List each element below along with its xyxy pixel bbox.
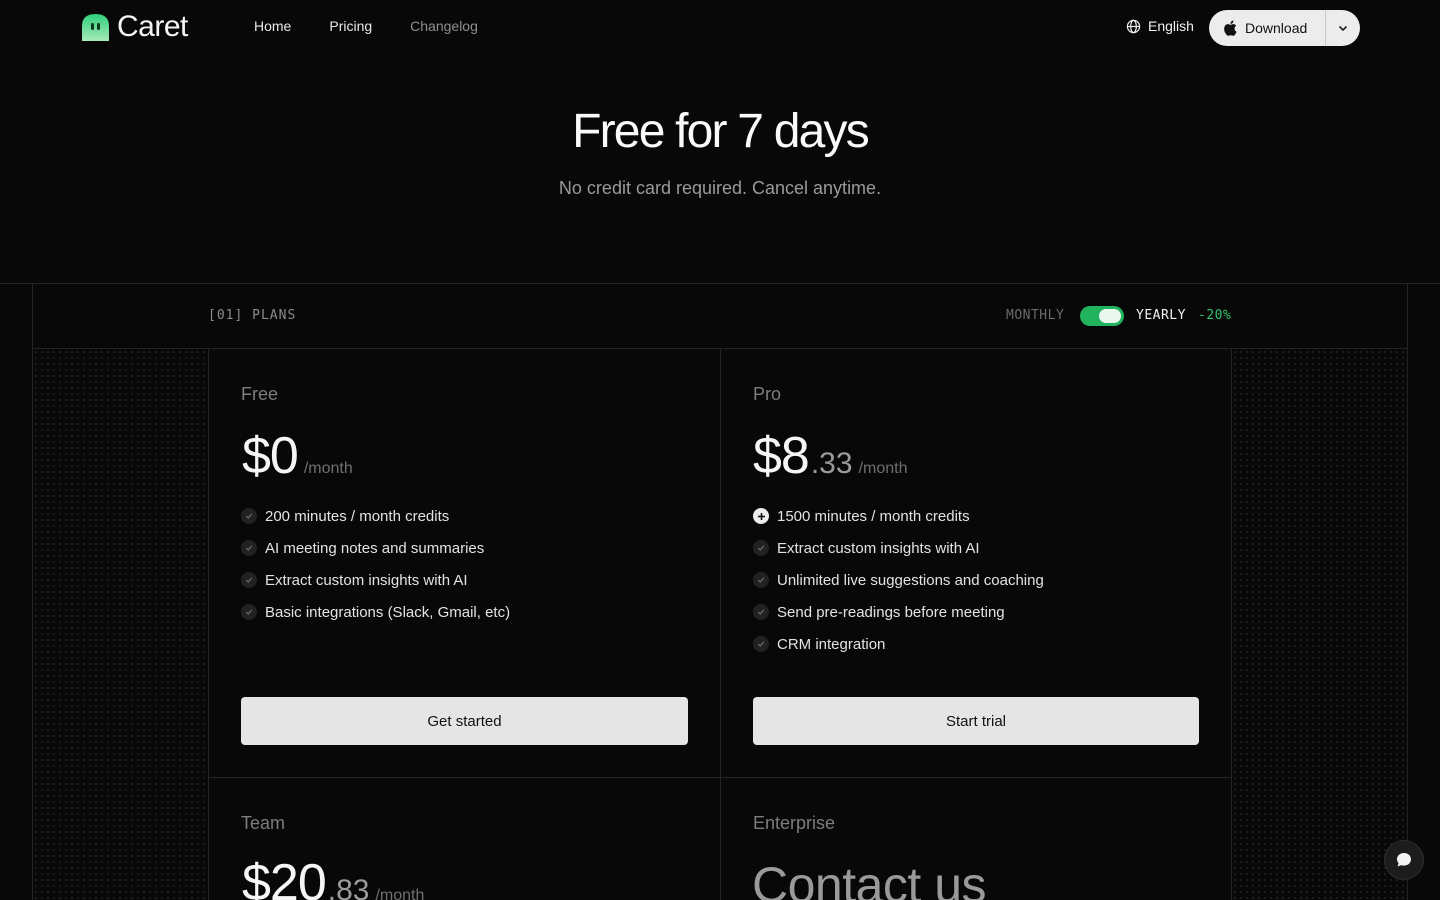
feature-item: 200 minutes / month credits (241, 500, 510, 532)
dot-pattern-right (1232, 349, 1407, 900)
yearly-discount-badge: -20% (1198, 308, 1232, 323)
billing-toggle[interactable] (1080, 306, 1124, 326)
nav-home[interactable]: Home (254, 18, 291, 34)
globe-icon (1126, 19, 1141, 33)
feature-item: Extract custom insights with AI (753, 532, 1044, 564)
feature-item: Basic integrations (Slack, Gmail, etc) (241, 596, 510, 628)
toggle-knob (1099, 309, 1121, 323)
feature-text: Unlimited live suggestions and coaching (777, 571, 1044, 589)
check-icon (241, 604, 257, 620)
plan-name-free: Free (241, 384, 279, 404)
check-icon (753, 604, 769, 620)
feature-text: Send pre-readings before meeting (777, 603, 1005, 621)
check-icon (753, 540, 769, 556)
plan-price-enterprise: Contact us (752, 857, 987, 900)
feature-item: CRM integration (753, 628, 1044, 660)
feature-text: 200 minutes / month credits (265, 507, 450, 525)
feature-text: Basic integrations (Slack, Gmail, etc) (265, 603, 511, 621)
get-started-button[interactable]: Get started (241, 697, 688, 745)
language-label: English (1148, 18, 1194, 34)
plan-name-pro: Pro (753, 384, 782, 404)
feature-text: CRM integration (777, 635, 886, 653)
site-header: Caret Home Pricing Changelog English Dow… (0, 0, 1440, 56)
nav-changelog[interactable]: Changelog (410, 18, 478, 34)
price-cents: .83 (327, 874, 370, 900)
plan-price-free: $0 /month (242, 426, 353, 486)
feature-list-free: 200 minutes / month credits AI meeting n… (241, 500, 510, 628)
download-button[interactable]: Download (1209, 10, 1325, 46)
divider (720, 348, 721, 900)
feature-text: Extract custom insights with AI (777, 539, 980, 557)
divider (1231, 348, 1232, 900)
feature-list-pro: 1500 minutes / month credits Extract cus… (753, 500, 1044, 660)
price-unit: /month (303, 460, 353, 477)
feature-item: Unlimited live suggestions and coaching (753, 564, 1044, 596)
brand-name: Caret (117, 10, 188, 43)
hero-subtitle: No credit card required. Cancel anytime. (558, 178, 882, 198)
feature-item: Send pre-readings before meeting (753, 596, 1044, 628)
billing-yearly-label[interactable]: YEARLY (1136, 308, 1186, 323)
check-icon (241, 540, 257, 556)
check-icon (241, 572, 257, 588)
plan-price-pro: $8 .33 /month (753, 426, 907, 486)
hero-title: Free for 7 days (572, 105, 870, 158)
price-cents: .33 (810, 447, 853, 480)
billing-monthly-label[interactable]: MONTHLY (1006, 308, 1064, 323)
chat-widget-button[interactable] (1384, 840, 1424, 880)
feature-item: Extract custom insights with AI (241, 564, 510, 596)
divider (32, 283, 33, 900)
price-unit: /month (858, 460, 908, 477)
section-label: [01] PLANS (208, 308, 297, 323)
nav-pricing[interactable]: Pricing (329, 18, 372, 34)
divider (208, 348, 209, 900)
divider (1407, 283, 1408, 900)
plus-icon (753, 508, 769, 524)
price-amount: $20 (242, 854, 327, 900)
price-amount: $0 (242, 427, 299, 485)
feature-item: 1500 minutes / month credits (753, 500, 1044, 532)
check-icon (241, 508, 257, 524)
chevron-down-icon (1338, 25, 1348, 32)
feature-text: 1500 minutes / month credits (777, 507, 970, 525)
plan-name-team: Team (241, 813, 286, 833)
chat-bubble-icon (1397, 853, 1411, 867)
feature-text: AI meeting notes and summaries (265, 539, 485, 557)
download-split-button: Download (1209, 10, 1360, 46)
brand-logo[interactable]: Caret (80, 10, 188, 44)
price-amount: $8 (753, 427, 810, 485)
download-label: Download (1245, 20, 1308, 36)
main-nav: Home Pricing Changelog (254, 18, 478, 34)
check-icon (753, 572, 769, 588)
feature-text: Extract custom insights with AI (265, 571, 468, 589)
price-unit: /month (375, 887, 425, 900)
feature-item: AI meeting notes and summaries (241, 532, 510, 564)
plan-name-enterprise: Enterprise (753, 813, 836, 833)
download-options-button[interactable] (1326, 10, 1360, 46)
caret-logo-icon (80, 12, 111, 42)
start-trial-button[interactable]: Start trial (753, 697, 1199, 745)
language-selector[interactable]: English (1126, 18, 1194, 34)
divider (0, 283, 1440, 284)
check-icon (753, 636, 769, 652)
plan-price-team: $20 .83 /month (242, 853, 424, 900)
dot-pattern-left (33, 349, 208, 900)
apple-icon (1224, 20, 1237, 36)
